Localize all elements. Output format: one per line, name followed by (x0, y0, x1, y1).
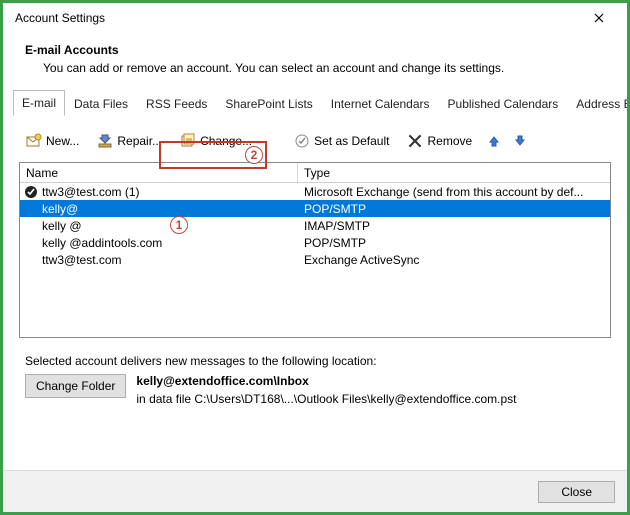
table-row[interactable]: ttw3@test.com (1) Microsoft Exchange (se… (20, 183, 610, 200)
header-section: E-mail Accounts You can add or remove an… (3, 33, 627, 89)
remove-label: Remove (427, 134, 472, 148)
titlebar: Account Settings (3, 3, 627, 33)
remove-account-button[interactable]: Remove (400, 130, 479, 152)
delivery-location-sub: in data file C:\Users\DT168\...\Outlook … (136, 392, 516, 406)
column-header-type[interactable]: Type (298, 163, 610, 182)
new-mail-icon (26, 133, 42, 149)
change-folder-button[interactable]: Change Folder (25, 374, 126, 398)
tab-address-books[interactable]: Address Books (567, 91, 630, 116)
account-type-cell: POP/SMTP (298, 202, 610, 216)
account-name-cell: kelly@ (20, 202, 298, 216)
tab-sharepoint-lists[interactable]: SharePoint Lists (216, 91, 321, 116)
table-row[interactable]: kelly@ POP/SMTP (20, 200, 610, 217)
account-type-cell: Exchange ActiveSync (298, 253, 610, 267)
account-type-cell: POP/SMTP (298, 236, 610, 250)
account-name-cell: ttw3@test.com (1) (20, 185, 298, 199)
tab-internet-calendars[interactable]: Internet Calendars (322, 91, 439, 116)
account-type-cell: Microsoft Exchange (send from this accou… (298, 185, 610, 199)
change-icon (180, 133, 196, 149)
table-body: ttw3@test.com (1) Microsoft Exchange (se… (20, 183, 610, 268)
tab-content: New... Repair... Change... (3, 116, 627, 470)
delivery-intro: Selected account delivers new messages t… (25, 354, 605, 368)
repair-account-button[interactable]: Repair... (90, 130, 169, 152)
new-label: New... (46, 134, 79, 148)
account-settings-window: Account Settings E-mail Accounts You can… (3, 3, 627, 512)
table-header: Name Type (20, 163, 610, 183)
tabs-bar: E-mail Data Files RSS Feeds SharePoint L… (13, 89, 617, 116)
account-type-cell: IMAP/SMTP (298, 219, 610, 233)
repair-label: Repair... (117, 134, 162, 148)
close-button[interactable]: Close (538, 481, 615, 503)
arrow-down-icon (512, 133, 528, 149)
tab-data-files[interactable]: Data Files (65, 91, 137, 116)
move-down-button[interactable] (509, 130, 531, 152)
default-check-icon (24, 185, 38, 199)
table-row[interactable]: kelly @addintools.com POP/SMTP (20, 234, 610, 251)
delivery-location-section: Selected account delivers new messages t… (13, 338, 617, 412)
set-default-label: Set as Default (314, 134, 389, 148)
change-label: Change... (200, 134, 252, 148)
dialog-bottom-bar: Close (3, 470, 627, 512)
new-account-button[interactable]: New... (19, 130, 86, 152)
tab-email[interactable]: E-mail (13, 90, 65, 116)
header-description: You can add or remove an account. You ca… (25, 61, 605, 75)
account-name-cell: kelly @addintools.com (20, 236, 298, 250)
window-close-button[interactable] (579, 4, 619, 32)
move-up-button[interactable] (483, 130, 505, 152)
set-default-icon (294, 133, 310, 149)
change-account-button[interactable]: Change... (173, 130, 259, 152)
table-row[interactable]: ttw3@test.com Exchange ActiveSync (20, 251, 610, 268)
set-default-button[interactable]: Set as Default (287, 130, 396, 152)
close-icon (594, 13, 604, 23)
account-name-cell: kelly @ (20, 219, 298, 233)
accounts-toolbar: New... Repair... Change... (13, 126, 617, 162)
account-name-cell: ttw3@test.com (20, 253, 298, 267)
arrow-up-icon (486, 133, 502, 149)
repair-icon (97, 133, 113, 149)
accounts-table[interactable]: Name Type ttw3@test.com (1) Microsoft Ex… (19, 162, 611, 338)
tab-published-calendars[interactable]: Published Calendars (439, 91, 568, 116)
remove-icon (407, 133, 423, 149)
window-title: Account Settings (15, 11, 579, 25)
delivery-location-main: kelly@extendoffice.com\Inbox (136, 374, 516, 388)
delivery-location-text: kelly@extendoffice.com\Inbox in data fil… (136, 374, 516, 406)
tab-rss-feeds[interactable]: RSS Feeds (137, 91, 216, 116)
table-row[interactable]: kelly @ IMAP/SMTP (20, 217, 610, 234)
column-header-name[interactable]: Name (20, 163, 298, 182)
header-title: E-mail Accounts (25, 43, 605, 57)
